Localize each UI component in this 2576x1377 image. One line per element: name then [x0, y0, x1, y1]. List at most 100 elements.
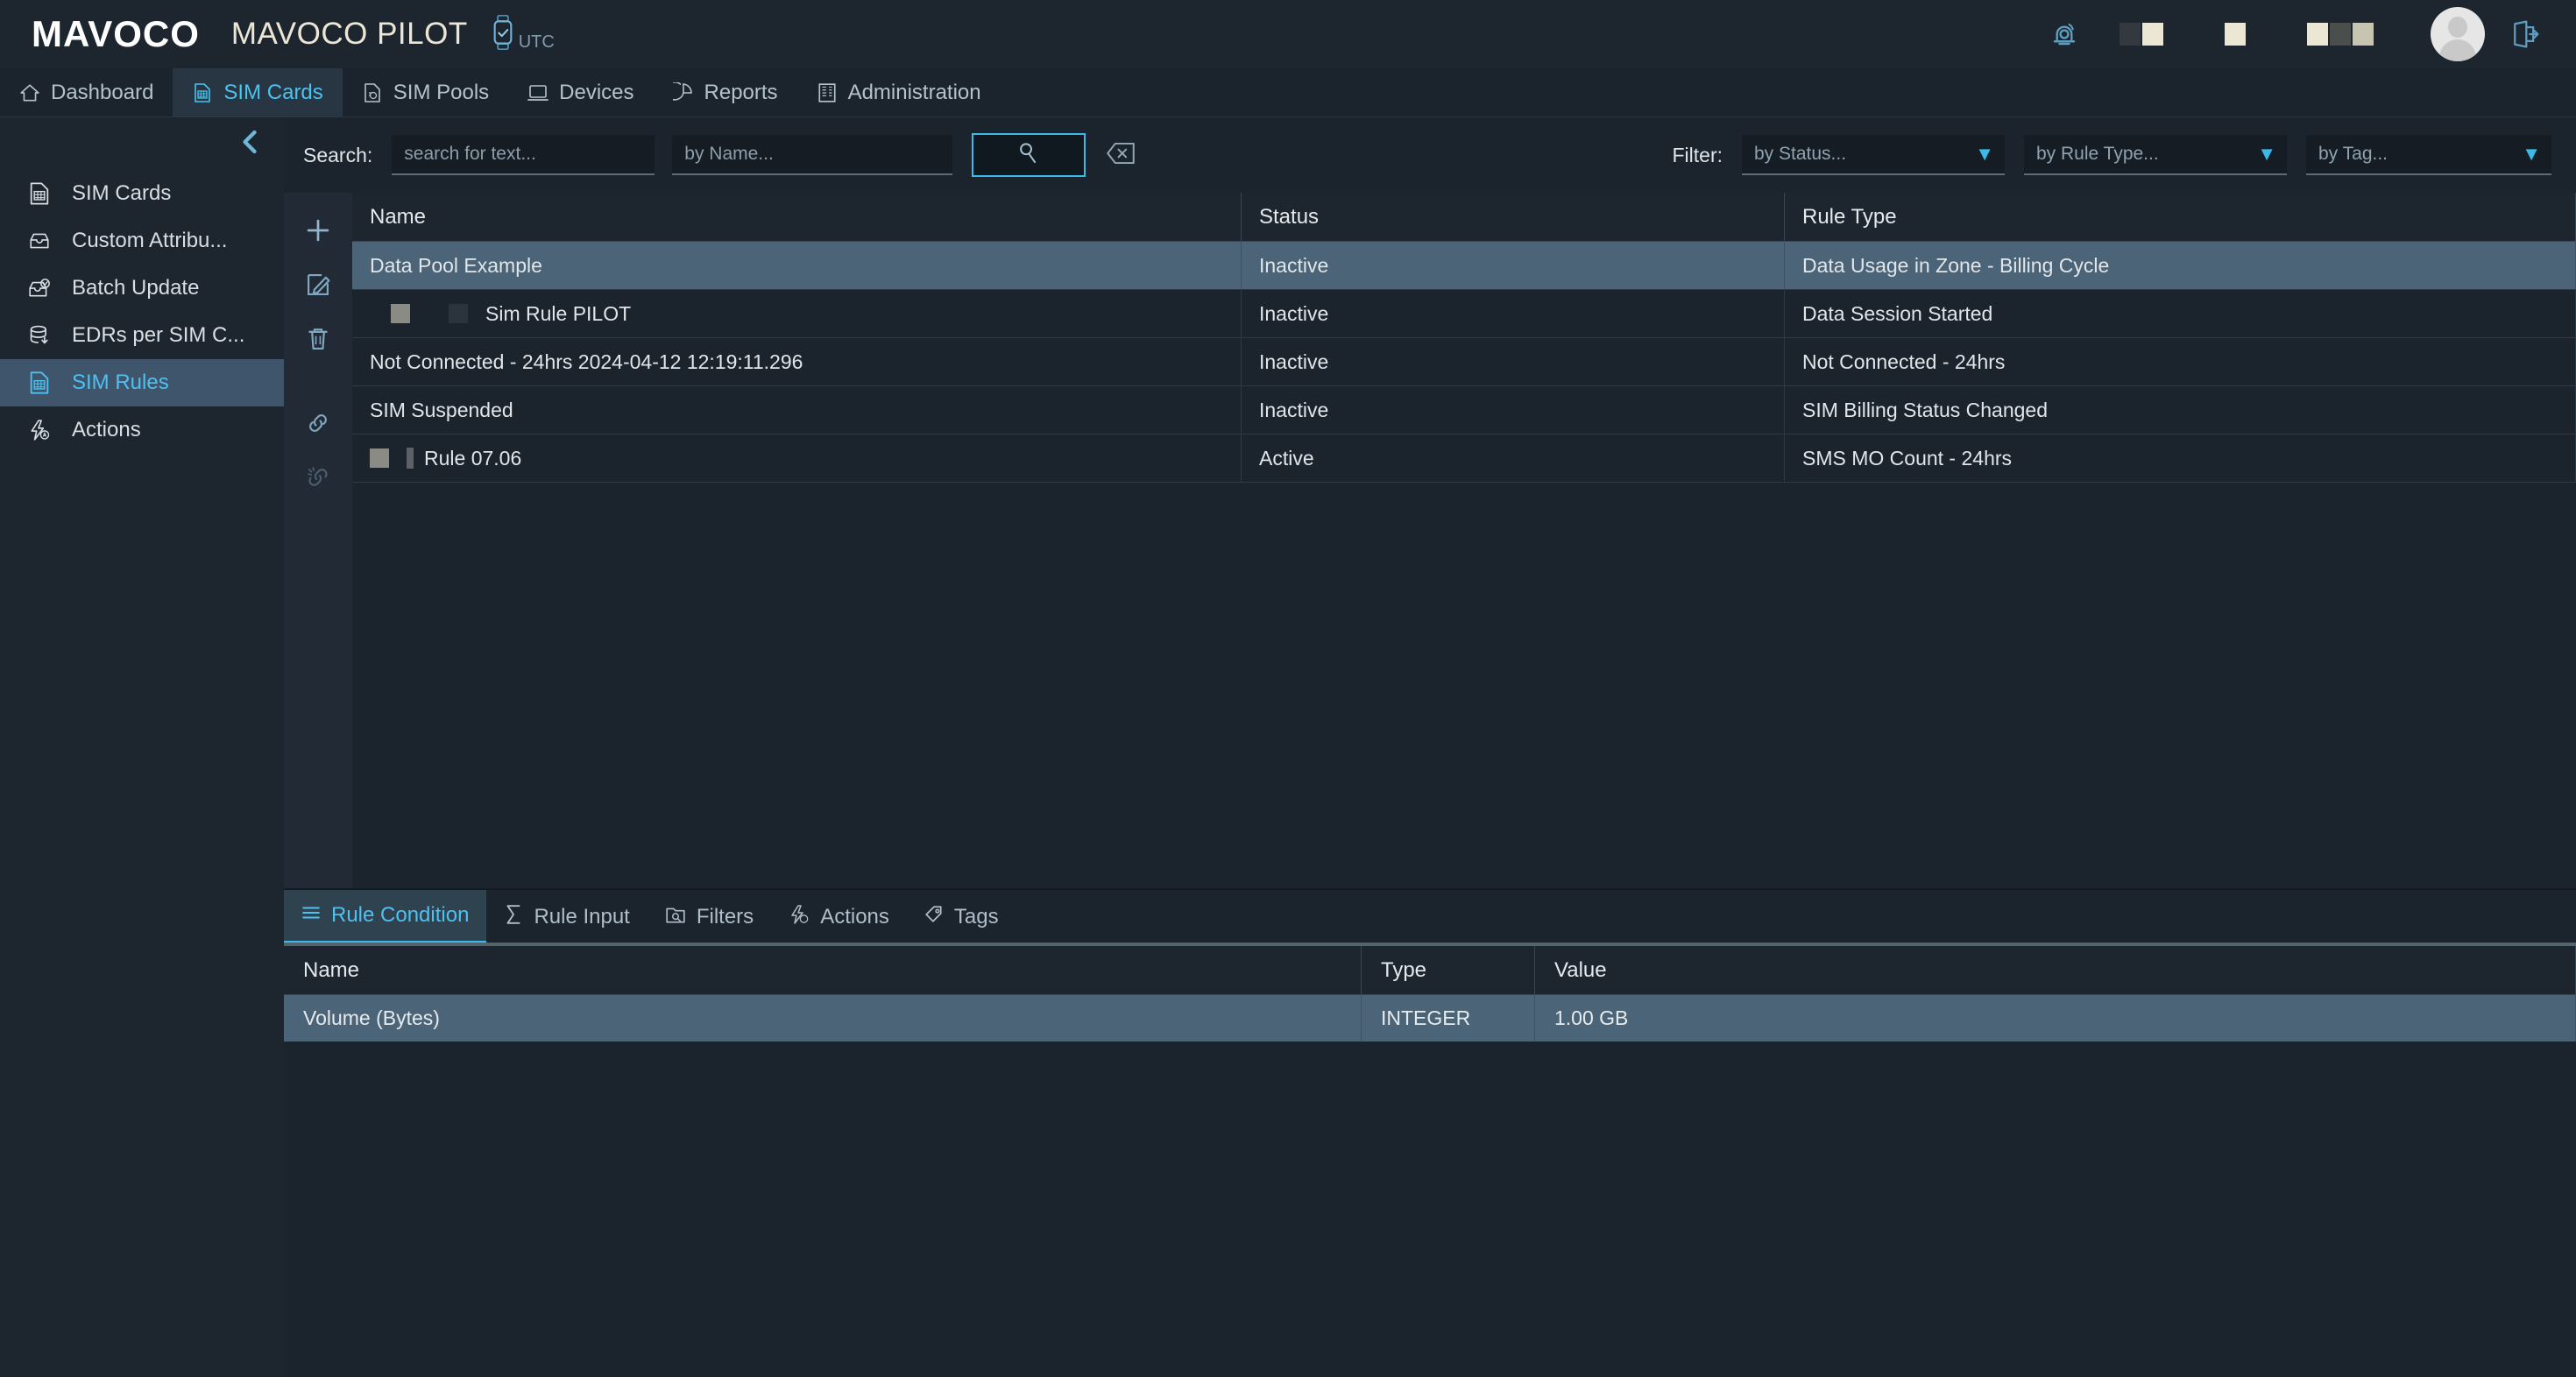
sidebar-item-actions[interactable]: Actions — [0, 406, 284, 454]
rules-table: Name Status Rule Type Data Pool Example … — [352, 193, 2576, 888]
clear-search-button[interactable] — [1101, 136, 1140, 174]
detail-cell-value: 1.00 GB — [1535, 995, 2576, 1042]
detail-cell-name: Volume (Bytes) — [284, 995, 1362, 1042]
chevron-down-icon: ▼ — [1975, 143, 1994, 165]
detail-header-row: Name Type Value — [284, 946, 2576, 995]
search-text-input[interactable] — [392, 135, 655, 175]
sidebar: SIM Cards Custom Attribu... Batch Update… — [0, 117, 284, 1377]
list-lines-icon — [301, 903, 321, 929]
timezone-indicator[interactable]: UTC — [491, 14, 555, 54]
sidebar-item-label: SIM Rules — [72, 371, 169, 394]
nav-tab-reports[interactable]: Reports — [654, 68, 797, 117]
detail-column-header-value[interactable]: Value — [1535, 946, 2576, 994]
column-header-rule-type[interactable]: Rule Type — [1785, 193, 2576, 241]
unlink-icon — [306, 465, 330, 494]
sidebar-item-batch-update[interactable]: Batch Update — [0, 265, 284, 312]
chevron-down-icon: ▼ — [2522, 143, 2541, 165]
row-marker-square — [391, 304, 410, 323]
tab-filters[interactable]: Filters — [648, 890, 771, 944]
filter-select-value: by Tag... — [2318, 144, 2388, 164]
table-header-row: Name Status Rule Type — [352, 193, 2576, 242]
chevron-left-icon[interactable] — [238, 129, 261, 159]
home-icon — [19, 82, 40, 103]
nav-tab-sim-pools[interactable]: SIM Pools — [343, 68, 508, 117]
unlink-button[interactable] — [294, 452, 342, 506]
logout-icon[interactable] — [2501, 19, 2550, 49]
detail-tab-label: Tags — [953, 905, 999, 929]
sim-card-icon — [26, 181, 53, 206]
cell-name-text: Rule 07.06 — [424, 446, 522, 470]
table-empty-space — [352, 483, 2576, 888]
user-avatar[interactable] — [2431, 7, 2485, 61]
cell-name: SIM Suspended — [352, 386, 1242, 434]
table-action-rail — [284, 193, 352, 888]
detail-column-header-type[interactable]: Type — [1362, 946, 1535, 994]
tab-rule-condition[interactable]: Rule Condition — [284, 890, 487, 944]
add-button[interactable] — [294, 205, 342, 259]
nav-tab-label: Dashboard — [51, 80, 154, 104]
main-navigation: Dashboard SIM Cards SIM Pools Devices Re… — [0, 68, 2576, 117]
table-row[interactable]: Rule 07.06 Active SMS MO Count - 24hrs — [352, 434, 2576, 483]
sidebar-item-label: EDRs per SIM C... — [72, 323, 245, 347]
app-title: MAVOCO PILOT — [230, 17, 468, 51]
link-icon — [306, 411, 330, 440]
nav-tab-label: SIM Pools — [393, 80, 490, 104]
search-name-input[interactable] — [672, 135, 953, 175]
filter-select-status[interactable]: by Status... ▼ — [1742, 135, 2005, 175]
row-marker-square — [370, 448, 389, 468]
sidebar-item-label: Custom Attribu... — [72, 229, 228, 252]
tab-rule-input[interactable]: Rule Input — [486, 890, 647, 944]
filter-select-value: by Status... — [1754, 144, 1847, 164]
column-header-name[interactable]: Name — [352, 193, 1242, 241]
detail-table-row[interactable]: Volume (Bytes) INTEGER 1.00 GB — [284, 995, 2576, 1042]
lightning-icon — [789, 904, 810, 931]
cell-status: Active — [1242, 434, 1785, 482]
table-row[interactable]: Sim Rule PILOT Inactive Data Session Sta… — [352, 290, 2576, 338]
table-row[interactable]: SIM Suspended Inactive SIM Billing Statu… — [352, 386, 2576, 434]
table-row[interactable]: Data Pool Example Inactive Data Usage in… — [352, 242, 2576, 290]
detail-tab-label: Rule Input — [534, 905, 630, 929]
nav-tab-label: Reports — [704, 80, 778, 104]
glyph-placeholder-group-2[interactable] — [2224, 23, 2247, 46]
missing-glyph-box — [2142, 23, 2163, 46]
table-row[interactable]: Not Connected - 24hrs 2024-04-12 12:19:1… — [352, 338, 2576, 386]
sidebar-collapse-row — [0, 117, 284, 170]
detail-column-header-name[interactable]: Name — [284, 946, 1362, 994]
cell-rule-type: SMS MO Count - 24hrs — [1785, 434, 2576, 482]
nav-tab-administration[interactable]: Administration — [797, 68, 1001, 117]
column-header-status[interactable]: Status — [1242, 193, 1785, 241]
nav-tab-sim-cards[interactable]: SIM Cards — [173, 68, 343, 117]
notification-bell-icon[interactable] — [2040, 18, 2089, 50]
filter-select-tag[interactable]: by Tag... ▼ — [2306, 135, 2551, 175]
nav-tab-label: Administration — [847, 80, 981, 104]
timezone-label: UTC — [518, 32, 555, 52]
sidebar-item-edrs-per-sim-card[interactable]: EDRs per SIM C... — [0, 312, 284, 359]
search-icon — [1017, 142, 1040, 169]
edit-button[interactable] — [294, 259, 342, 314]
trash-icon — [305, 326, 331, 357]
delete-button[interactable] — [294, 314, 342, 368]
filter-select-rule-type[interactable]: by Rule Type... ▼ — [2024, 135, 2287, 175]
glyph-placeholder-group-3[interactable] — [2306, 23, 2374, 46]
sim-pool-icon — [362, 82, 383, 103]
row-marker-bar — [407, 448, 414, 469]
sidebar-item-custom-attributes[interactable]: Custom Attribu... — [0, 217, 284, 265]
chevron-down-icon: ▼ — [2257, 143, 2276, 165]
nav-tab-devices[interactable]: Devices — [508, 68, 653, 117]
search-button[interactable] — [972, 133, 1086, 177]
nav-tab-label: SIM Cards — [223, 80, 323, 104]
link-button[interactable] — [294, 398, 342, 452]
sidebar-item-sim-rules[interactable]: SIM Rules — [0, 359, 284, 406]
report-icon — [672, 81, 694, 103]
detail-tab-label: Filters — [696, 905, 754, 929]
missing-glyph-box — [2330, 23, 2351, 46]
tab-actions[interactable]: Actions — [771, 890, 907, 944]
tab-tags[interactable]: Tags — [907, 890, 1016, 944]
nav-tab-dashboard[interactable]: Dashboard — [0, 68, 173, 117]
glyph-placeholder-group-1[interactable] — [2119, 23, 2164, 46]
device-icon — [527, 82, 549, 103]
sidebar-item-sim-cards[interactable]: SIM Cards — [0, 170, 284, 217]
cell-rule-type: SIM Billing Status Changed — [1785, 386, 2576, 434]
detail-table-empty-space — [284, 1042, 2576, 1377]
detail-tabs: Rule Condition Rule Input Filters Action… — [284, 890, 2576, 944]
